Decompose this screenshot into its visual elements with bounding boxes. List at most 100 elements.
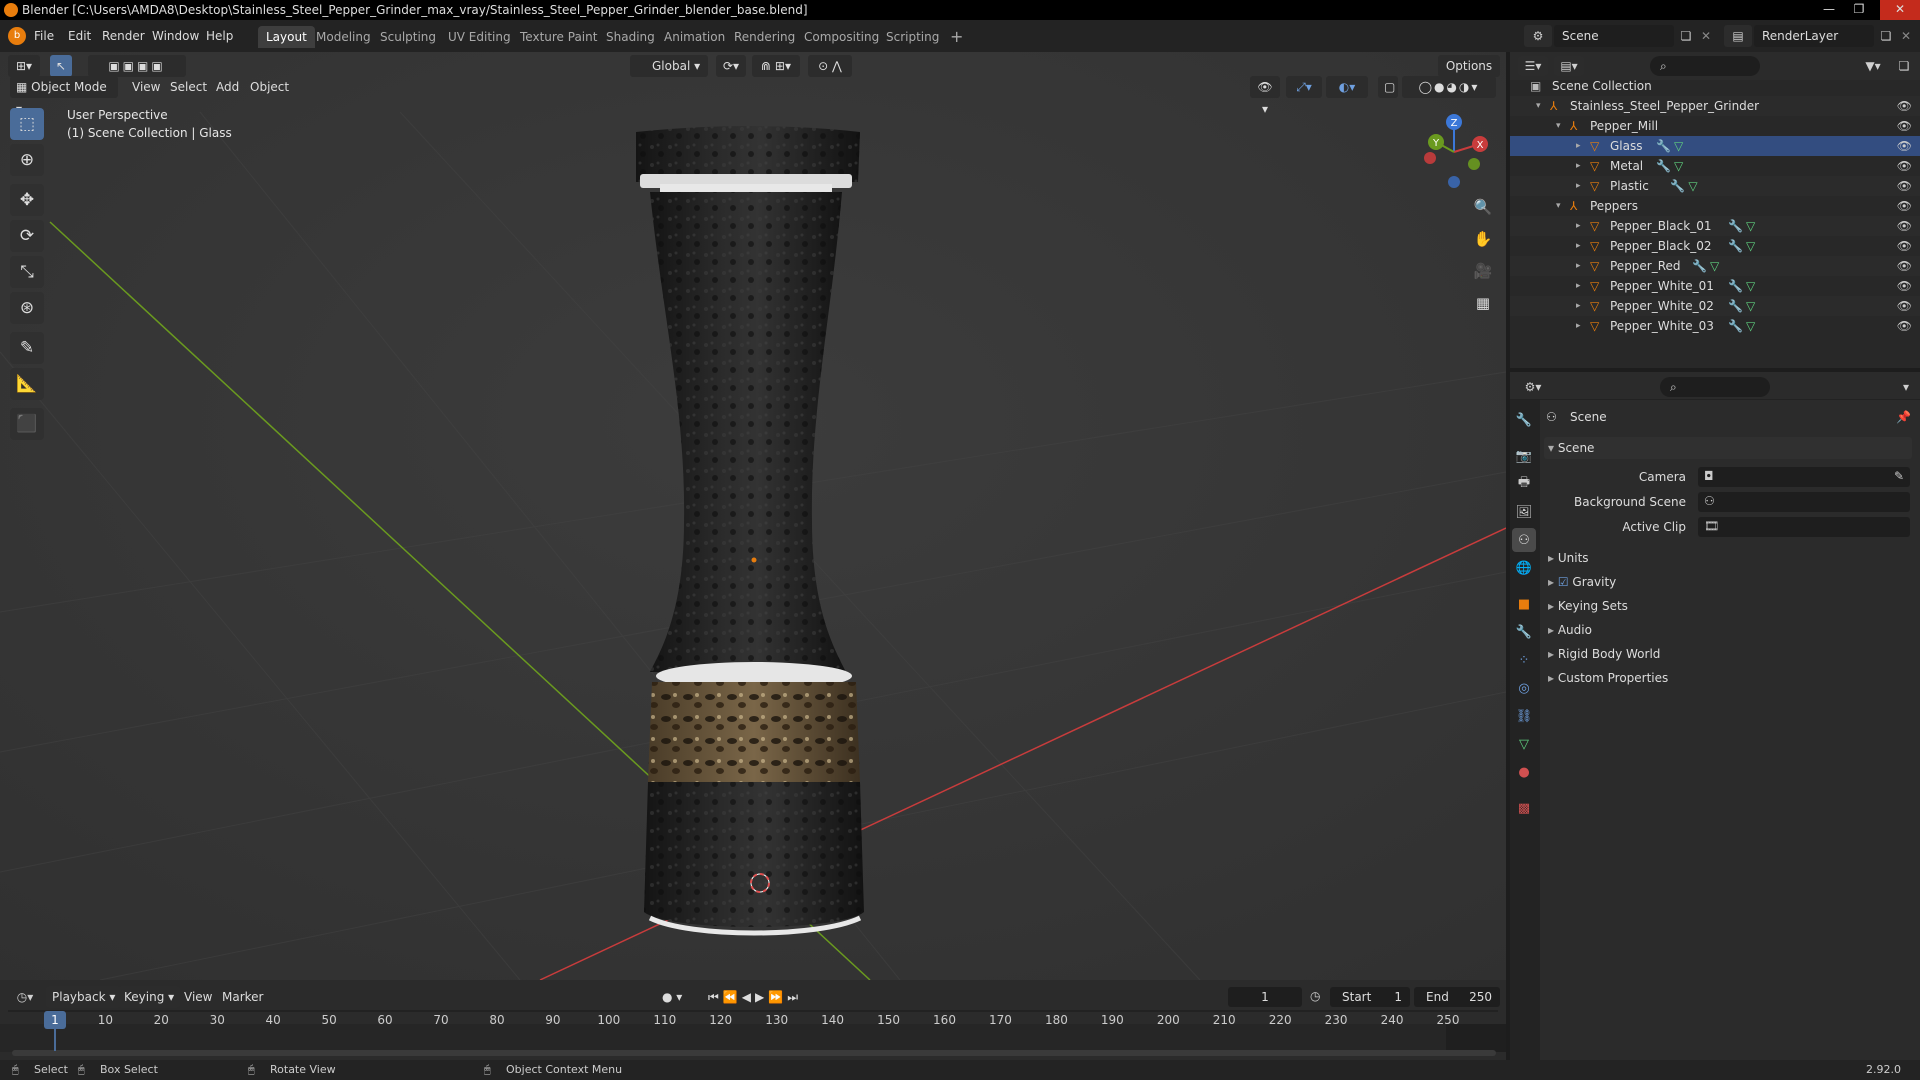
renderlayer-remove-icon[interactable]: ✕ xyxy=(1898,25,1914,47)
move-tool-icon[interactable]: ✥ xyxy=(10,184,44,216)
maximize-button[interactable]: ❐ xyxy=(1846,0,1872,20)
properties-editor-type-icon[interactable]: ⚙▾ xyxy=(1518,377,1548,397)
view-layer-tab-icon[interactable]: 🖼 xyxy=(1512,500,1536,524)
timeline-menu-playback[interactable]: Playback ▾ xyxy=(46,986,122,1008)
expand-chevron-icon[interactable]: ▾ xyxy=(1556,116,1561,136)
gravity-checkbox[interactable]: ☑ xyxy=(1558,575,1573,589)
outliner-display-mode-icon[interactable]: ▤▾ xyxy=(1554,56,1584,76)
tab-rendering[interactable]: Rendering xyxy=(726,26,803,48)
current-frame-field[interactable]: 1 xyxy=(1228,987,1302,1007)
subpanel-header[interactable]: ▸ ☑ Gravity xyxy=(1544,571,1912,593)
tab-compositing[interactable]: Compositing xyxy=(796,26,887,48)
modifiers-tab-icon[interactable]: 🔧 xyxy=(1512,620,1536,644)
tab-texture-paint[interactable]: Texture Paint xyxy=(512,26,605,48)
overlays-toggle-icon[interactable]: ◐▾ xyxy=(1326,76,1368,98)
cursor-tool-icon[interactable]: ⊕ xyxy=(10,144,44,176)
modifier-icon[interactable]: 🔧 xyxy=(1728,276,1743,296)
pin-icon[interactable]: 📌 xyxy=(1896,406,1911,428)
visibility-eye-icon[interactable]: 👁 xyxy=(1897,176,1912,196)
outliner-row[interactable]: ▸ ▽ Pepper_White_03 🔧 ▽ 👁 xyxy=(1510,316,1920,336)
shading-mode-icons[interactable]: ◯●◕◑▾ xyxy=(1402,76,1496,98)
modifier-icon[interactable]: 🔧 xyxy=(1692,256,1707,276)
modifier-icon[interactable]: 🔧 xyxy=(1728,316,1743,336)
mesh-data-icon[interactable]: ▽ xyxy=(1746,276,1755,296)
play-reverse-icon[interactable]: ◀ xyxy=(742,990,755,1004)
modifier-icon[interactable]: 🔧 xyxy=(1656,156,1671,176)
visibility-eye-icon[interactable]: 👁 xyxy=(1897,96,1912,116)
tab-shading[interactable]: Shading xyxy=(598,26,663,48)
subpanel-header[interactable]: ▸ Units xyxy=(1544,547,1912,569)
menu-render[interactable]: Render xyxy=(102,27,145,45)
camera-view-icon[interactable]: 🎥 xyxy=(1468,256,1498,286)
collapse-chevron-icon[interactable]: ▸ xyxy=(1576,136,1581,156)
mesh-data-icon[interactable]: ▽ xyxy=(1674,136,1683,156)
outliner-editor-type-icon[interactable]: ☰▾ xyxy=(1518,56,1548,76)
timeline-menu-keying[interactable]: Keying ▾ xyxy=(118,986,181,1008)
modifier-icon[interactable]: 🔧 xyxy=(1728,216,1743,236)
viewport-menu-view[interactable]: View xyxy=(132,76,160,98)
tab-sculpting[interactable]: Sculpting xyxy=(372,26,444,48)
gizmo-toggle-icon[interactable]: ⤢▾ xyxy=(1286,76,1322,98)
add-workspace-button[interactable]: + xyxy=(942,26,971,48)
modifier-icon[interactable]: 🔧 xyxy=(1728,236,1743,256)
timeline-editor-type-icon[interactable]: ◷▾ xyxy=(10,987,40,1007)
timeline-scrollbar[interactable] xyxy=(12,1050,1496,1056)
modifier-icon[interactable]: 🔧 xyxy=(1656,136,1671,156)
data-tab-icon[interactable]: ▽ xyxy=(1512,732,1536,756)
collapse-chevron-icon[interactable]: ▸ xyxy=(1576,296,1581,316)
outliner-row[interactable]: ▸ ▽ Pepper_White_01 🔧 ▽ 👁 xyxy=(1510,276,1920,296)
auto-keying-icon[interactable]: ● ▾ xyxy=(662,986,682,1008)
visibility-eye-icon[interactable]: 👁 xyxy=(1897,156,1912,176)
mesh-data-icon[interactable]: ▽ xyxy=(1746,236,1755,256)
scene-panel-header[interactable]: ▾ Scene xyxy=(1544,437,1912,459)
modifier-icon[interactable]: 🔧 xyxy=(1670,176,1685,196)
start-frame-field[interactable]: Start 1 xyxy=(1330,987,1410,1007)
tool-tab-icon[interactable]: 🔧 xyxy=(1512,408,1536,432)
visibility-eye-icon[interactable]: 👁 xyxy=(1897,136,1912,156)
options-dropdown[interactable]: Options ▾ xyxy=(1438,55,1500,95)
xray-toggle-icon[interactable]: ▢ xyxy=(1378,76,1398,98)
renderlayer-new-icon[interactable]: ❏ xyxy=(1876,25,1896,47)
outliner-row[interactable]: ▸ ▽ Plastic 🔧 ▽ 👁 xyxy=(1510,176,1920,196)
outliner-row[interactable]: ▸ ▽ Pepper_Black_01 🔧 ▽ 👁 xyxy=(1510,216,1920,236)
visibility-eye-icon[interactable]: 👁 xyxy=(1897,256,1912,276)
transform-tool-icon[interactable]: ⊛ xyxy=(10,292,44,324)
visibility-eye-icon[interactable]: 👁 xyxy=(1897,196,1912,216)
collapse-chevron-icon[interactable]: ▸ xyxy=(1576,176,1581,196)
collapse-chevron-icon[interactable]: ▸ xyxy=(1576,236,1581,256)
subpanel-header[interactable]: ▸ Audio xyxy=(1544,619,1912,641)
subpanel-header[interactable]: ▸ Custom Properties xyxy=(1544,667,1912,689)
scene-browse-icon[interactable]: ⚙ xyxy=(1524,25,1552,47)
scene-tab-icon[interactable]: ⚇ xyxy=(1512,528,1536,552)
tab-layout[interactable]: Layout xyxy=(258,26,315,48)
background-scene-field[interactable] xyxy=(1698,492,1910,512)
jump-keyframe-back-icon[interactable]: ⏪ xyxy=(723,990,742,1004)
active-clip-field[interactable] xyxy=(1698,517,1910,537)
add-cube-tool-icon[interactable]: ⬛ xyxy=(10,408,44,440)
eyedropper-icon[interactable]: ✎ xyxy=(1894,469,1904,483)
proportional-editing-icon[interactable]: ⊙ ⋀ xyxy=(808,55,852,77)
menu-file[interactable]: File xyxy=(34,27,54,45)
outliner-row[interactable]: ▸ ▽ Pepper_White_02 🔧 ▽ 👁 xyxy=(1510,296,1920,316)
timeline-menu-marker[interactable]: Marker xyxy=(222,986,263,1008)
play-icon[interactable]: ▶ xyxy=(755,990,768,1004)
scene-remove-icon[interactable]: ✕ xyxy=(1698,25,1714,47)
properties-options-icon[interactable]: ▾ xyxy=(1898,377,1914,397)
mesh-data-icon[interactable]: ▽ xyxy=(1746,296,1755,316)
pan-hand-icon[interactable]: ✋ xyxy=(1468,224,1498,254)
renderlayer-name-field[interactable]: RenderLayer xyxy=(1754,25,1874,47)
visibility-eye-icon[interactable]: 👁 xyxy=(1897,216,1912,236)
annotate-tool-icon[interactable]: ✎ xyxy=(10,332,44,364)
selection-mode-icons[interactable]: ▣▣▣▣ xyxy=(88,55,186,77)
viewport-menu-add[interactable]: Add xyxy=(216,76,239,98)
outliner-row[interactable]: ▸ ▽ Glass 🔧 ▽ 👁 xyxy=(1510,136,1920,156)
renderlayer-browse-icon[interactable]: ▤ xyxy=(1724,25,1752,47)
viewport-menu-object[interactable]: Object xyxy=(250,76,289,98)
jump-end-icon[interactable]: ⏭ xyxy=(787,990,802,1004)
visibility-eye-icon[interactable]: 👁 xyxy=(1897,116,1912,136)
expand-chevron-icon[interactable]: ▾ xyxy=(1536,96,1541,116)
outliner-row[interactable]: ▸ ▽ Pepper_Black_02 🔧 ▽ 👁 xyxy=(1510,236,1920,256)
jump-start-icon[interactable]: ⏮ xyxy=(708,990,723,1004)
mesh-data-icon[interactable]: ▽ xyxy=(1688,176,1697,196)
collapse-chevron-icon[interactable]: ▸ xyxy=(1576,256,1581,276)
